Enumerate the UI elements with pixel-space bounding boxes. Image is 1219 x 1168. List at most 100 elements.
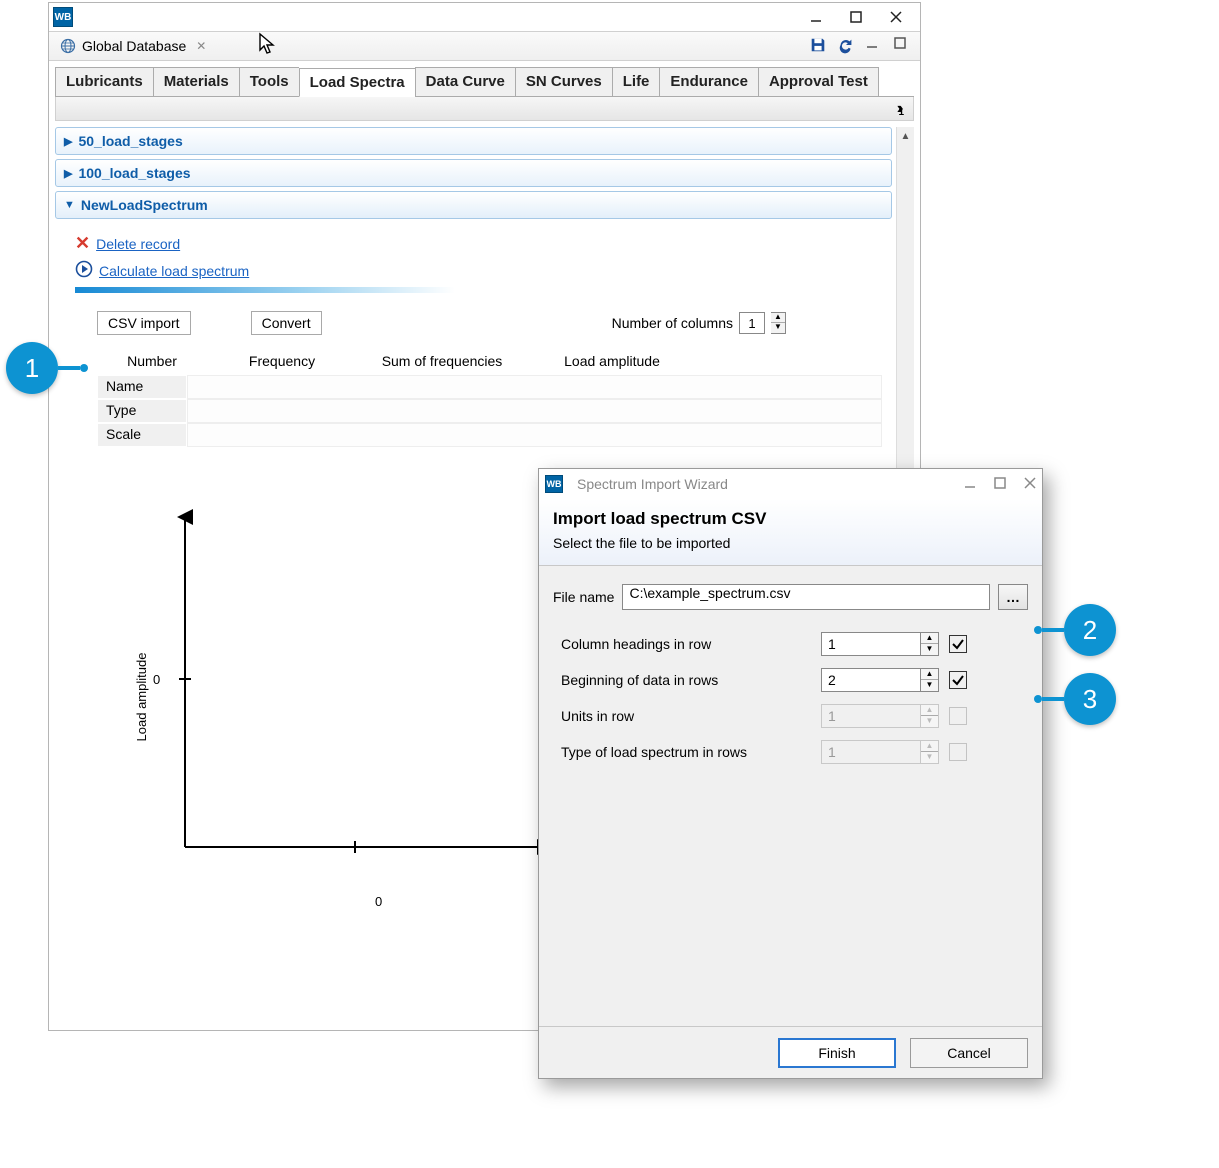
cursor-icon bbox=[258, 32, 278, 62]
caret-right-icon: ▶ bbox=[64, 135, 72, 148]
callout-2: 2 bbox=[1064, 604, 1116, 656]
tab-materials[interactable]: Materials bbox=[153, 67, 239, 96]
view-tabbar: Global Database ✕ bbox=[49, 31, 920, 61]
accordion-label: NewLoadSpectrum bbox=[81, 197, 208, 213]
chart-area: Load amplitude 0 0 bbox=[115, 507, 565, 887]
dialog-titlebar: WB Spectrum Import Wizard bbox=[539, 469, 1042, 499]
grid-header-row: Number Frequency Sum of frequencies Load… bbox=[97, 349, 697, 375]
tab-approval-test[interactable]: Approval Test bbox=[758, 67, 879, 96]
accordion-new-load-spectrum[interactable]: ▼ NewLoadSpectrum bbox=[55, 191, 892, 219]
caret-right-icon: ▶ bbox=[64, 167, 72, 180]
file-name-label: File name bbox=[553, 589, 614, 605]
chart-x-tick-0: 0 bbox=[375, 894, 382, 909]
tab-sn-curves[interactable]: SN Curves bbox=[515, 67, 612, 96]
opt-type-checkbox[interactable] bbox=[949, 743, 967, 761]
data-grid: Number Frequency Sum of frequencies Load… bbox=[97, 349, 882, 375]
dialog-title: Spectrum Import Wizard bbox=[577, 476, 728, 492]
col-sum: Sum of frequencies bbox=[357, 349, 527, 375]
num-columns-label: Number of columns bbox=[612, 315, 733, 331]
view-tab-label: Global Database bbox=[82, 38, 186, 54]
tab-data-curve[interactable]: Data Curve bbox=[415, 67, 515, 96]
dialog-footer: Finish Cancel bbox=[539, 1026, 1042, 1078]
row-label-name: Name bbox=[97, 375, 187, 399]
opt-type-spinner: ▲▼ bbox=[921, 740, 939, 764]
num-columns-spinner[interactable]: ▲▼ bbox=[771, 312, 786, 334]
tab-close-icon[interactable]: ✕ bbox=[196, 39, 206, 53]
scroll-up-icon[interactable]: ▲ bbox=[897, 127, 914, 145]
save-icon[interactable] bbox=[809, 36, 827, 57]
callout-3: 3 bbox=[1064, 673, 1116, 725]
col-number: Number bbox=[97, 349, 207, 375]
finish-button[interactable]: Finish bbox=[778, 1038, 896, 1068]
accordion-label: 100_load_stages bbox=[78, 165, 190, 181]
delete-record-link[interactable]: Delete record bbox=[96, 236, 180, 252]
opt-data-begin-label: Beginning of data in rows bbox=[561, 672, 821, 688]
chart-axes bbox=[115, 507, 565, 867]
dialog-maximize-button[interactable] bbox=[994, 476, 1006, 492]
opt-col-headings-label: Column headings in row bbox=[561, 636, 821, 652]
grid-cell[interactable] bbox=[187, 423, 882, 447]
refresh-icon[interactable] bbox=[837, 36, 855, 57]
close-button[interactable] bbox=[876, 5, 916, 29]
tab-life[interactable]: Life bbox=[612, 67, 660, 96]
opt-units-value: 1 bbox=[821, 704, 921, 728]
opt-col-headings-spinner[interactable]: ▲▼ bbox=[921, 632, 939, 656]
opt-units-label: Units in row bbox=[561, 708, 821, 724]
dialog-heading: Import load spectrum CSV bbox=[553, 509, 1028, 529]
opt-type-value: 1 bbox=[821, 740, 921, 764]
app-icon: WB bbox=[53, 7, 73, 27]
accordion-50-load-stages[interactable]: ▶ 50_load_stages bbox=[55, 127, 892, 155]
subtoolbar: ›› 1 bbox=[55, 97, 914, 121]
accordion-100-load-stages[interactable]: ▶ 100_load_stages bbox=[55, 159, 892, 187]
chart-y-label: Load amplitude bbox=[134, 653, 149, 742]
opt-col-headings-checkbox[interactable] bbox=[949, 635, 967, 653]
browse-button[interactable]: … bbox=[998, 584, 1028, 610]
opt-data-begin-value[interactable]: 2 bbox=[821, 668, 921, 692]
titlebar: WB bbox=[49, 3, 920, 31]
tab-tools[interactable]: Tools bbox=[239, 67, 299, 96]
maximize-view-icon[interactable] bbox=[893, 36, 911, 57]
tab-lubricants[interactable]: Lubricants bbox=[55, 67, 153, 96]
caret-down-icon: ▼ bbox=[64, 199, 75, 211]
opt-type-label: Type of load spectrum in rows bbox=[561, 744, 821, 760]
callout-1-dot bbox=[80, 364, 88, 372]
tab-global-database[interactable]: Global Database ✕ bbox=[52, 32, 214, 60]
opt-data-begin-checkbox[interactable] bbox=[949, 671, 967, 689]
convert-button[interactable]: Convert bbox=[251, 311, 322, 335]
callout-2-dot bbox=[1034, 626, 1042, 634]
csv-import-button[interactable]: CSV import bbox=[97, 311, 191, 335]
divider-gradient bbox=[75, 287, 455, 293]
accordion-label: 50_load_stages bbox=[78, 133, 182, 149]
dialog-close-button[interactable] bbox=[1024, 476, 1036, 492]
opt-units-checkbox[interactable] bbox=[949, 707, 967, 725]
category-tabs: Lubricants Materials Tools Load Spectra … bbox=[55, 67, 914, 97]
opt-col-headings-value[interactable]: 1 bbox=[821, 632, 921, 656]
cancel-button[interactable]: Cancel bbox=[910, 1038, 1028, 1068]
tab-load-spectra[interactable]: Load Spectra bbox=[299, 68, 415, 97]
num-columns-value[interactable]: 1 bbox=[739, 312, 765, 334]
row-label-scale: Scale bbox=[97, 423, 187, 447]
calculate-link[interactable]: Calculate load spectrum bbox=[99, 263, 249, 279]
grid-cell[interactable] bbox=[187, 375, 882, 399]
chart-y-tick-0: 0 bbox=[153, 672, 160, 687]
dialog-minimize-button[interactable] bbox=[964, 476, 976, 492]
tab-endurance[interactable]: Endurance bbox=[659, 67, 758, 96]
callout-3-dot bbox=[1034, 695, 1042, 703]
subbar-index: 1 bbox=[898, 107, 904, 118]
col-frequency: Frequency bbox=[207, 349, 357, 375]
grid-row: Name bbox=[97, 375, 882, 399]
grid-row: Type bbox=[97, 399, 882, 423]
callout-1: 1 bbox=[6, 342, 58, 394]
minimize-view-icon[interactable] bbox=[865, 36, 883, 57]
col-amplitude: Load amplitude bbox=[527, 349, 697, 375]
dialog-header: Import load spectrum CSV Select the file… bbox=[539, 499, 1042, 566]
globe-icon bbox=[60, 38, 76, 54]
grid-cell[interactable] bbox=[187, 399, 882, 423]
app-icon: WB bbox=[545, 475, 563, 493]
maximize-button[interactable] bbox=[836, 5, 876, 29]
file-name-input[interactable]: C:\example_spectrum.csv bbox=[622, 584, 990, 610]
dialog-body: File name C:\example_spectrum.csv … Colu… bbox=[539, 566, 1042, 1026]
opt-data-begin-spinner[interactable]: ▲▼ bbox=[921, 668, 939, 692]
minimize-button[interactable] bbox=[796, 5, 836, 29]
opt-units-spinner: ▲▼ bbox=[921, 704, 939, 728]
